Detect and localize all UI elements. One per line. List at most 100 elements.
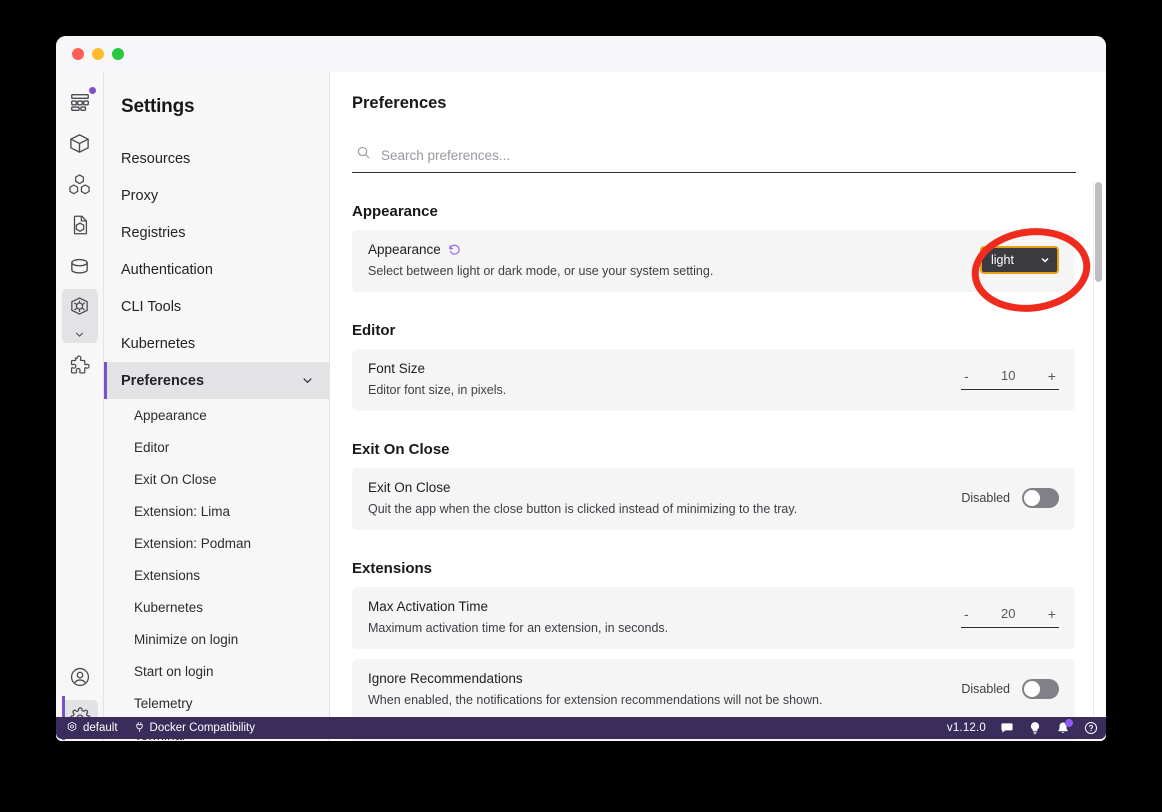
account-icon[interactable] (62, 659, 98, 695)
setting-row-font-size: Font Size Editor font size, in pixels. -… (352, 349, 1075, 411)
extensions-icon[interactable] (62, 348, 98, 384)
setting-text-block: Max Activation Time Maximum activation t… (368, 599, 943, 635)
sidebar-item-label: Authentication (121, 261, 213, 278)
exit-on-close-toggle[interactable] (1022, 488, 1059, 508)
sidebar-item-resources[interactable]: Resources (104, 140, 329, 177)
setting-label-wrap: Ignore Recommendations (368, 671, 943, 686)
sidebar-subitem-label: Editor (134, 439, 170, 455)
max-activation-time-stepper: - 20 + (961, 606, 1059, 628)
status-bar: default Docker Compatibility v1.12.0 (56, 717, 1106, 739)
search-preferences-field[interactable] (352, 141, 1076, 173)
reset-icon[interactable] (448, 243, 461, 256)
sidebar-item-preferences[interactable]: Preferences (104, 362, 329, 399)
stepper-value[interactable]: 10 (1001, 368, 1015, 383)
kubernetes-expand-chevron-icon[interactable] (73, 325, 86, 343)
status-docker-compat[interactable]: Docker Compatibility (134, 721, 255, 736)
sidebar-subitem-label: Appearance (134, 407, 207, 423)
sidebar-subitem-label: Kubernetes (134, 599, 204, 615)
status-version: v1.12.0 (946, 722, 986, 734)
sidebar-subitem-minimize-on-login[interactable]: Minimize on login (104, 623, 329, 655)
search-icon (356, 145, 371, 165)
setting-label-wrap: Font Size (368, 361, 943, 376)
sidebar-subitem-extension-lima[interactable]: Extension: Lima (104, 495, 329, 527)
bell-badge-dot (1065, 719, 1073, 727)
chat-icon[interactable] (1000, 721, 1014, 735)
dashboard-icon[interactable] (62, 84, 98, 120)
bell-icon[interactable] (1056, 719, 1073, 735)
lightbulb-icon[interactable] (1028, 721, 1042, 735)
sidebar-item-label: Proxy (121, 187, 159, 204)
sidebar-subitem-label: Extension: Podman (134, 535, 252, 551)
increment-button[interactable]: + (1045, 369, 1059, 383)
setting-control: - 20 + (943, 606, 1059, 628)
setting-control: - 10 + (943, 368, 1059, 390)
setting-text-block: Ignore Recommendations When enabled, the… (368, 671, 943, 707)
sidebar-subitem-label: Exit On Close (134, 471, 217, 487)
setting-control: Disabled (943, 488, 1059, 508)
help-icon[interactable] (1084, 721, 1098, 735)
setting-text-block: Appearance Select between light or dark … (368, 242, 962, 278)
increment-button[interactable]: + (1045, 607, 1059, 621)
appearance-select[interactable]: light dark system (980, 246, 1059, 274)
toggle-state-label: Disabled (961, 682, 1010, 696)
sidebar-subitem-label: Minimize on login (134, 631, 239, 647)
toggle-knob (1024, 490, 1040, 506)
chevron-down-icon[interactable] (300, 373, 315, 388)
decrement-button[interactable]: - (961, 369, 972, 383)
images-icon[interactable] (62, 207, 98, 243)
sidebar-subitem-kubernetes[interactable]: Kubernetes (104, 591, 329, 623)
ignore-recommendations-toggle-wrap: Disabled (961, 679, 1059, 699)
settings-nav-list: Resources Proxy Registries Authenticatio… (104, 140, 329, 741)
setting-label-wrap: Exit On Close (368, 480, 943, 495)
containers-icon[interactable] (62, 125, 98, 161)
sidebar-subitem-extensions[interactable]: Extensions (104, 559, 329, 591)
kubernetes-context-icon (66, 721, 78, 736)
sidebar-item-label: CLI Tools (121, 298, 182, 315)
sidebar-item-kubernetes[interactable]: Kubernetes (104, 325, 329, 362)
window-minimize-button[interactable] (92, 48, 104, 60)
ignore-recommendations-toggle[interactable] (1022, 679, 1059, 699)
sidebar-subitem-appearance[interactable]: Appearance (104, 399, 329, 431)
main-scrollbar[interactable] (1093, 182, 1102, 741)
setting-text-block: Font Size Editor font size, in pixels. (368, 361, 943, 397)
exit-on-close-toggle-wrap: Disabled (961, 488, 1059, 508)
status-context-label: default (83, 722, 118, 734)
sidebar-subitem-telemetry[interactable]: Telemetry (104, 687, 329, 719)
setting-text-block: Exit On Close Quit the app when the clos… (368, 480, 943, 516)
decrement-button[interactable]: - (961, 607, 972, 621)
volumes-icon[interactable] (62, 248, 98, 284)
sidebar-subitem-extension-podman[interactable]: Extension: Podman (104, 527, 329, 559)
window-maximize-button[interactable] (112, 48, 124, 60)
setting-description: Editor font size, in pixels. (368, 383, 507, 397)
sidebar-item-cli-tools[interactable]: CLI Tools (104, 288, 329, 325)
app-window: Settings Resources Proxy Registries Auth… (56, 36, 1106, 741)
settings-title: Settings (121, 96, 195, 117)
sidebar-subitem-label: Start on login (134, 663, 214, 679)
title-bar (56, 36, 1106, 72)
toggle-state-label: Disabled (961, 491, 1010, 505)
plug-icon (134, 721, 145, 736)
setting-label: Max Activation Time (368, 599, 489, 614)
sidebar-subitem-editor[interactable]: Editor (104, 431, 329, 463)
status-context[interactable]: default (66, 721, 118, 736)
setting-label: Exit On Close (368, 480, 451, 495)
stepper-value[interactable]: 20 (1001, 606, 1015, 621)
sidebar-subitem-start-on-login[interactable]: Start on login (104, 655, 329, 687)
kubernetes-icon[interactable] (62, 289, 98, 325)
pods-icon[interactable] (62, 166, 98, 202)
setting-description: Maximum activation time for an extension… (368, 621, 669, 635)
sidebar-item-authentication[interactable]: Authentication (104, 251, 329, 288)
setting-row-appearance: Appearance Select between light or dark … (352, 230, 1075, 292)
setting-control: Disabled (943, 679, 1059, 699)
scrollbar-thumb[interactable] (1095, 182, 1102, 282)
sidebar-subitem-exit-on-close[interactable]: Exit On Close (104, 463, 329, 495)
sidebar-item-proxy[interactable]: Proxy (104, 177, 329, 214)
page-title: Preferences (352, 94, 447, 112)
sidebar-subitem-label: Extension: Lima (134, 503, 231, 519)
search-input[interactable] (381, 147, 1074, 163)
window-close-button[interactable] (72, 48, 84, 60)
sidebar-item-registries[interactable]: Registries (104, 214, 329, 251)
dashboard-badge-dot (88, 87, 96, 94)
kubernetes-rail-group[interactable] (61, 289, 98, 343)
setting-label-wrap: Max Activation Time (368, 599, 943, 614)
